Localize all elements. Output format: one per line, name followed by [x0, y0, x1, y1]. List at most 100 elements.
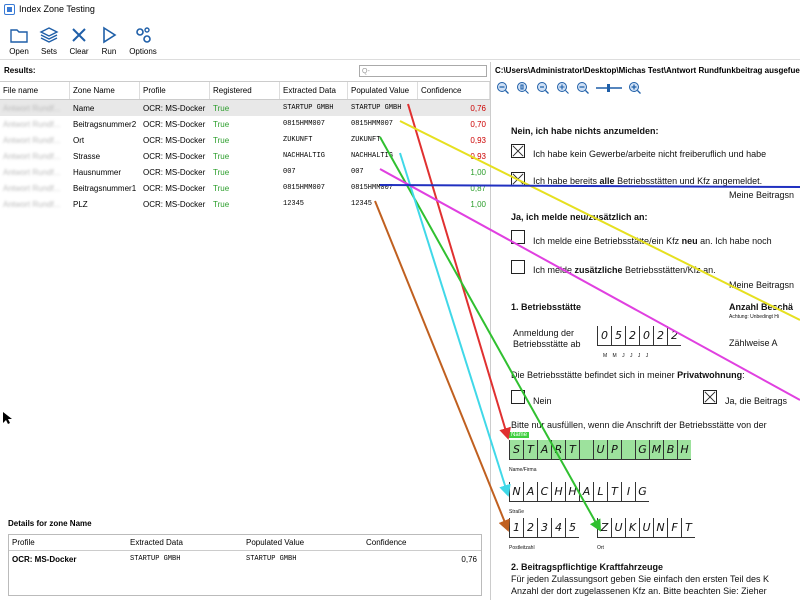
- plz-field-cell: 3: [537, 518, 551, 538]
- details-populated: STARTUP GMBH: [246, 555, 297, 563]
- table-row[interactable]: Antwort Rundf... Strasse OCR: MS-Docker Tru…: [0, 148, 490, 164]
- details-col-extracted[interactable]: Extracted Data: [127, 538, 243, 547]
- cell-registered: True: [213, 103, 230, 113]
- col-profile[interactable]: Profile: [140, 82, 210, 99]
- name-field-cell: G: [635, 440, 649, 460]
- run-button[interactable]: Run: [94, 18, 124, 60]
- col-confidence[interactable]: Confidence: [418, 82, 490, 99]
- col-zone-name[interactable]: Zone Name: [70, 82, 140, 99]
- cell-confidence: 1,00: [470, 199, 486, 209]
- zoom-height-button[interactable]: [575, 80, 591, 96]
- zone-name-tag: Name: [509, 432, 530, 438]
- col-populated-value[interactable]: Populated Value: [348, 82, 418, 99]
- ort-field-cell: U: [611, 518, 625, 538]
- ort-field-cell: F: [667, 518, 681, 538]
- doc-anzahl: Anzahl Beschä: [729, 302, 794, 312]
- date-digit-cell: 2: [653, 326, 667, 346]
- checkbox-neu: [511, 230, 525, 244]
- name-field-cell: R: [551, 440, 565, 460]
- doc-heading-nein: Nein, ich habe nichts anzumelden:: [511, 126, 659, 136]
- cell-profile: OCR: MS-Docker: [143, 119, 206, 129]
- cell-confidence: 0,70: [470, 119, 486, 129]
- details-confidence: 0,76: [461, 554, 477, 564]
- doc-beitragsnummer-1: Meine Beitragsn: [729, 190, 795, 200]
- cell-confidence: 1,00: [470, 167, 486, 177]
- street-field-cell: T: [607, 482, 621, 502]
- options-button[interactable]: Options: [124, 18, 162, 60]
- open-button[interactable]: Open: [4, 18, 34, 60]
- cell-profile: OCR: MS-Docker: [143, 199, 206, 209]
- doc-opt3: Ich melde eine Betriebsstätte/ein Kfz ne…: [533, 236, 772, 246]
- cell-extracted: NACHHALTIG: [283, 152, 326, 160]
- checkbox-zusaetzlich: [511, 260, 525, 274]
- table-row[interactable]: Antwort Rundf... Beitragsnummer1 OCR: MS-D…: [0, 180, 490, 196]
- table-row[interactable]: Antwort Rundf... Name OCR: MS-Docker True ST…: [0, 100, 490, 116]
- doc-opt4: Ich melde zusätzliche Betriebsstätten/Kf…: [533, 265, 716, 275]
- details-col-populated[interactable]: Populated Value: [243, 538, 363, 547]
- results-panel: Results: Q- File name Zone Name Profile …: [0, 62, 490, 600]
- zoom-width-button[interactable]: [555, 80, 571, 96]
- street-field-cell: C: [537, 482, 551, 502]
- document-viewer: C:\Users\Administrator\Desktop\Michas Te…: [490, 62, 800, 600]
- doc-opt2: Ich habe bereits alle Betriebsstätten un…: [533, 176, 763, 186]
- cell-zone-name: Name: [73, 103, 95, 113]
- cell-populated: 0815HMM007: [351, 120, 394, 128]
- doc-nein: Nein: [533, 396, 552, 406]
- ort-field: ZUKUNFT: [597, 518, 695, 538]
- table-row[interactable]: Antwort Rundf... Ort OCR: MS-Docker True ZUK…: [0, 132, 490, 148]
- cell-extracted: 12345: [283, 200, 305, 208]
- cell-profile: OCR: MS-Docker: [143, 151, 206, 161]
- zoom-in-button[interactable]: [627, 80, 643, 96]
- col-extracted-data[interactable]: Extracted Data: [280, 82, 348, 99]
- cell-registered: True: [213, 135, 230, 145]
- zoom-out-icon: [497, 82, 509, 94]
- cell-zone-name: Beitragsnummer2: [73, 119, 137, 129]
- search-input[interactable]: Q-: [359, 65, 487, 77]
- cell-zone-name: PLZ: [73, 199, 88, 209]
- title-bar: Index Zone Testing: [0, 0, 800, 18]
- street-field-cell: L: [593, 482, 607, 502]
- cell-zone-name: Hausnummer: [73, 167, 122, 177]
- details-col-confidence[interactable]: Confidence: [363, 538, 481, 547]
- clear-button[interactable]: Clear: [64, 18, 94, 60]
- table-row[interactable]: Antwort Rundf... Hausnummer OCR: MS-Docker…: [0, 164, 490, 180]
- cell-zone-name: Beitragsnummer1: [73, 183, 137, 193]
- street-field-cell: H: [565, 482, 579, 502]
- ort-field-cell: K: [625, 518, 639, 538]
- details-row[interactable]: OCR: MS-Docker STARTUP GMBH STARTUP GMBH…: [9, 551, 481, 567]
- cell-confidence: 0,93: [470, 135, 486, 145]
- table-row[interactable]: Antwort Rundf... Beitragsnummer2 OCR: MS-D…: [0, 116, 490, 132]
- doc-heading-ja: Ja, ich melde neu/zusätzlich an:: [511, 212, 648, 222]
- cell-profile: OCR: MS-Docker: [143, 183, 206, 193]
- name-field-cell: P: [607, 440, 621, 460]
- cell-registered: True: [213, 199, 230, 209]
- col-registered[interactable]: Registered: [210, 82, 280, 99]
- cell-populated: 12345: [351, 200, 373, 208]
- zoom-out-button[interactable]: [495, 80, 511, 96]
- date-field: 052022: [597, 326, 681, 346]
- street-field: NACHHALTIG: [509, 482, 649, 502]
- col-file-name[interactable]: File name: [0, 82, 70, 99]
- cell-extracted: 0815HMM007: [283, 120, 326, 128]
- date-digit-cell: 5: [611, 326, 625, 346]
- details-table: Profile Extracted Data Populated Value C…: [8, 534, 482, 596]
- cell-file-name: Antwort Rundf...: [3, 151, 61, 161]
- zoom-page-button[interactable]: [515, 80, 531, 96]
- table-row[interactable]: Antwort Rundf... PLZ OCR: MS-Docker True 123…: [0, 196, 490, 212]
- name-field-cell: B: [663, 440, 677, 460]
- sets-button[interactable]: Sets: [34, 18, 64, 60]
- zoom-fit-icon: [537, 82, 549, 94]
- results-header: File name Zone Name Profile Registered E…: [0, 82, 490, 100]
- document-page[interactable]: Nein, ich habe nichts anzumelden: Ich ha…: [503, 102, 800, 600]
- name-field-cell: U: [593, 440, 607, 460]
- checkbox-nein-2: [511, 172, 525, 186]
- details-col-profile[interactable]: Profile: [9, 538, 127, 547]
- ort-field-label: Ort: [597, 545, 604, 551]
- toolbar: Open Sets Clear Run Options: [0, 18, 800, 60]
- zoom-fit-button[interactable]: [535, 80, 551, 96]
- cell-extracted: 007: [283, 168, 296, 176]
- zoom-slider[interactable]: [595, 80, 623, 96]
- cell-populated: STARTUP GMBH: [351, 104, 402, 112]
- plz-field-cell: 2: [523, 518, 537, 538]
- details-label: Details for zone Name: [8, 519, 92, 528]
